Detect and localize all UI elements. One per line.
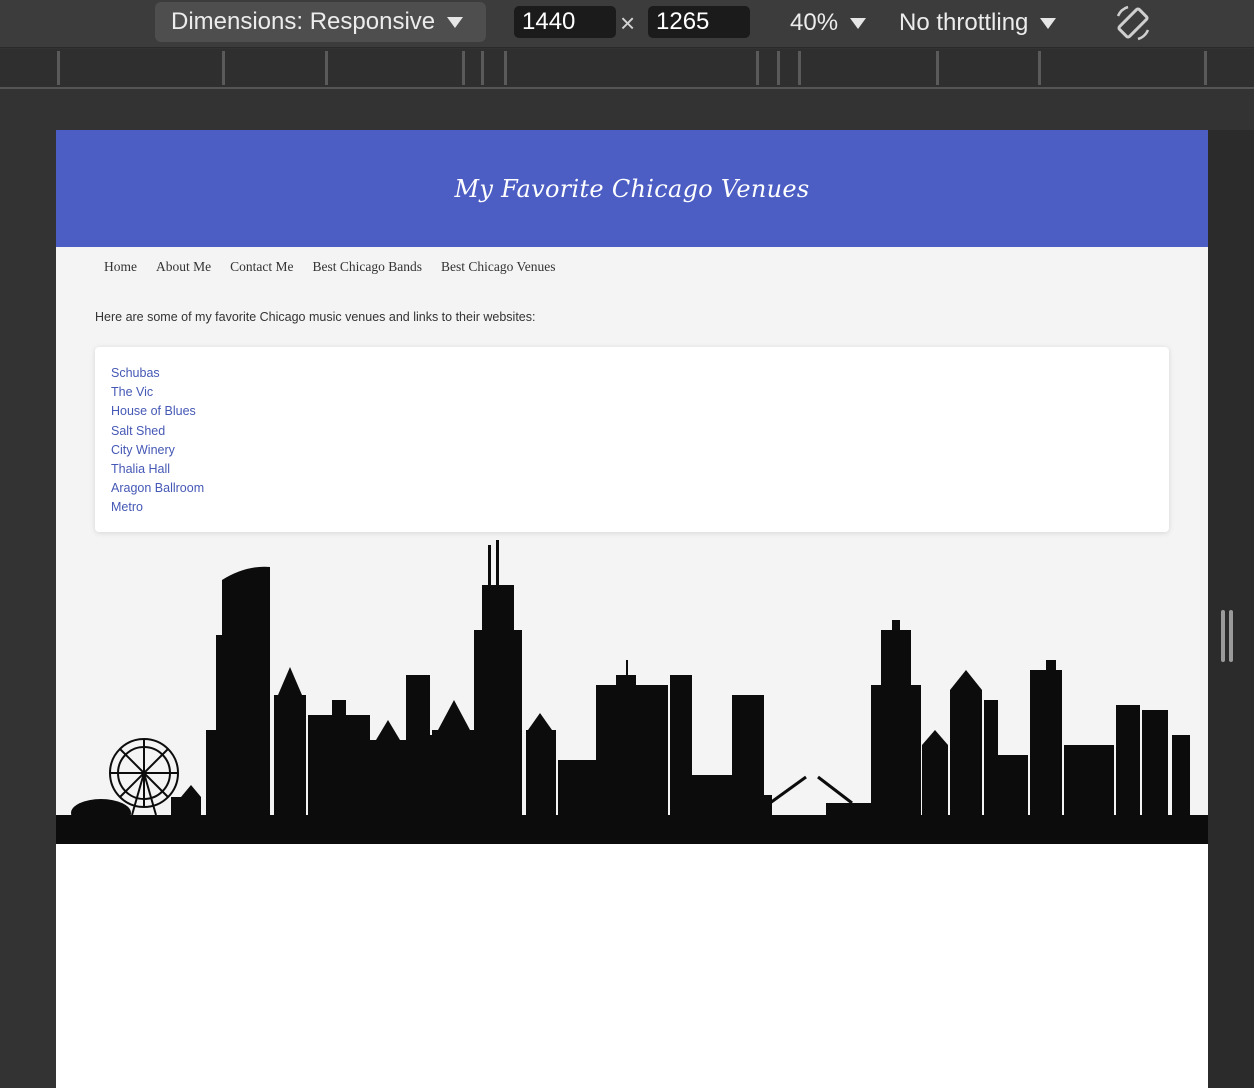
caret-down-icon (447, 16, 464, 28)
ruler-tick (936, 51, 939, 85)
intro-text: Here are some of my favorite Chicago mus… (95, 310, 536, 324)
venue-link-aragon-ballroom[interactable]: Aragon Ballroom (111, 481, 204, 495)
venue-link-metro[interactable]: Metro (111, 500, 143, 514)
nav-link-best-chicago-bands[interactable]: Best Chicago Bands (313, 259, 423, 275)
dimensions-dropdown[interactable]: Dimensions: Responsive (155, 2, 486, 42)
device-viewport: My Favorite Chicago Venues Home About Me… (56, 130, 1208, 1088)
site-header: My Favorite Chicago Venues (56, 130, 1208, 247)
ruler-tick (325, 51, 328, 85)
ruler-tick (756, 51, 759, 85)
list-item: Aragon Ballroom (111, 478, 1169, 497)
throttling-label: No throttling (899, 9, 1029, 36)
list-item: Thalia Hall (111, 459, 1169, 478)
zoom-label: 40% (790, 9, 839, 36)
rotate-device-icon (1116, 5, 1150, 41)
device-toolbar: Dimensions: Responsive × 40% No throttli… (0, 0, 1254, 48)
venue-link-the-vic[interactable]: The Vic (111, 385, 153, 399)
ruler-tick (481, 51, 484, 85)
venue-list: Schubas The Vic House of Blues Salt Shed… (111, 363, 1169, 517)
ruler-tick (798, 51, 801, 85)
device-frame-edge (1208, 130, 1254, 1088)
caret-down-icon (1040, 17, 1057, 29)
ruler-tick (1204, 51, 1207, 85)
width-input[interactable] (514, 6, 616, 38)
venue-link-thalia-hall[interactable]: Thalia Hall (111, 462, 170, 476)
height-input[interactable] (648, 6, 750, 38)
page-title: My Favorite Chicago Venues (454, 174, 810, 203)
ruler-tick (222, 51, 225, 85)
ruler-tick (1038, 51, 1041, 85)
list-item: The Vic (111, 382, 1169, 401)
venue-link-schubas[interactable]: Schubas (111, 366, 160, 380)
chicago-skyline-image (56, 540, 1208, 844)
ruler-tick (777, 51, 780, 85)
venue-link-salt-shed[interactable]: Salt Shed (111, 424, 165, 438)
list-item: Schubas (111, 363, 1169, 382)
dimensions-label: Dimensions: Responsive (171, 8, 436, 35)
nav-link-about-me[interactable]: About Me (156, 259, 211, 275)
venue-link-city-winery[interactable]: City Winery (111, 443, 175, 457)
rotate-device-button[interactable] (1112, 2, 1154, 44)
resize-handle-icon[interactable] (1221, 610, 1235, 662)
nav-link-contact-me[interactable]: Contact Me (230, 259, 293, 275)
main-nav: Home About Me Contact Me Best Chicago Ba… (104, 259, 575, 275)
list-item: Metro (111, 497, 1169, 516)
media-query-bar (0, 49, 1254, 89)
nav-link-home[interactable]: Home (104, 259, 137, 275)
list-item: Salt Shed (111, 421, 1169, 440)
zoom-dropdown[interactable]: 40% (790, 6, 867, 40)
ruler-tick (57, 51, 60, 85)
list-item: House of Blues (111, 401, 1169, 420)
ruler-tick (462, 51, 465, 85)
nav-link-best-chicago-venues[interactable]: Best Chicago Venues (441, 259, 556, 275)
venue-link-house-of-blues[interactable]: House of Blues (111, 404, 196, 418)
times-separator: × (620, 8, 636, 38)
throttling-dropdown[interactable]: No throttling (899, 6, 1057, 40)
venue-list-card: Schubas The Vic House of Blues Salt Shed… (95, 347, 1169, 532)
site-body: Home About Me Contact Me Best Chicago Ba… (56, 247, 1208, 844)
ruler-tick (504, 51, 507, 85)
caret-down-icon (850, 17, 867, 29)
list-item: City Winery (111, 440, 1169, 459)
